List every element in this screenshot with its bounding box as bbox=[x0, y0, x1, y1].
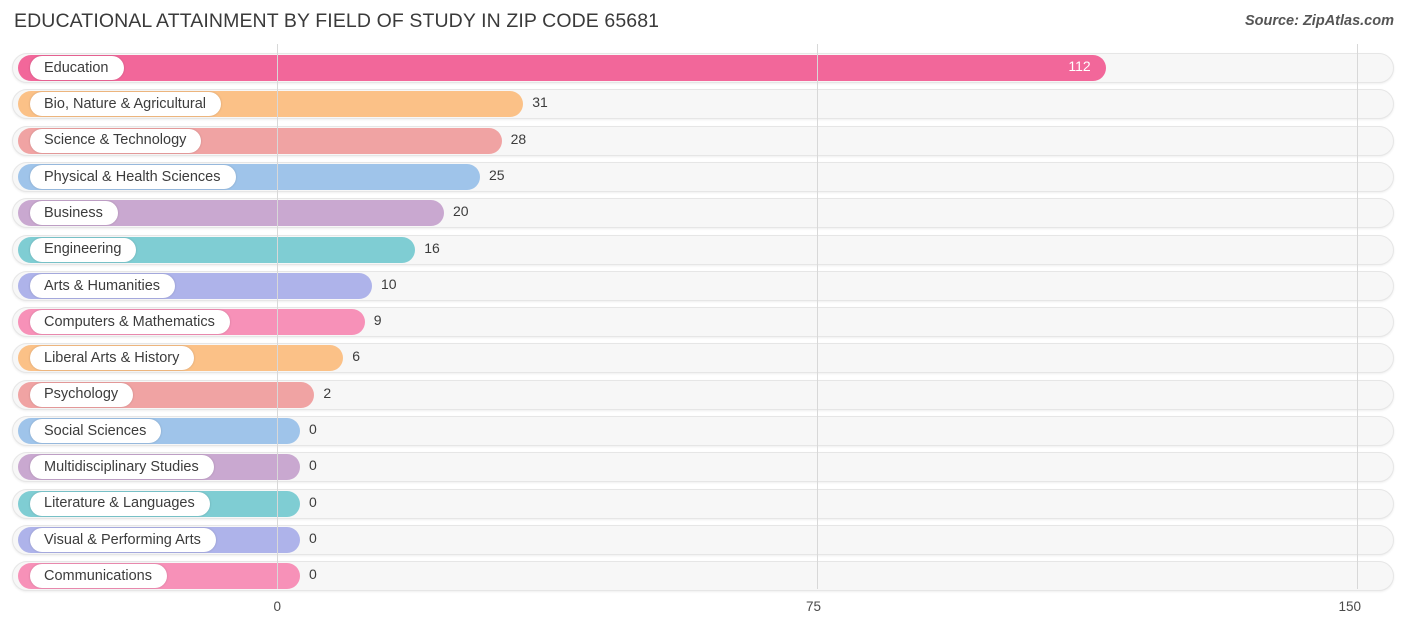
bar-category-label: Computers & Mathematics bbox=[44, 313, 215, 330]
bar-category-label: Bio, Nature & Agricultural bbox=[44, 96, 206, 113]
chart-page: EDUCATIONAL ATTAINMENT BY FIELD OF STUDY… bbox=[0, 0, 1406, 631]
bar-row[interactable]: Literature & Languages 0 bbox=[12, 488, 1394, 519]
bar-value-label: 31 bbox=[532, 94, 548, 111]
bar-value-label: 25 bbox=[489, 166, 505, 183]
bar-category-pill: Physical & Health Sciences bbox=[30, 164, 236, 189]
bar-row[interactable]: Engineering 16 bbox=[12, 234, 1394, 265]
bar-value-label: 112 bbox=[1068, 58, 1091, 74]
x-axis: 0 75 150 bbox=[0, 597, 1406, 631]
bar-row[interactable]: Computers & Mathematics 9 bbox=[12, 307, 1394, 338]
bar-category-pill: Social Sciences bbox=[30, 419, 162, 443]
bar-category-pill: Science & Technology bbox=[30, 128, 202, 153]
bar-category-label: Multidisciplinary Studies bbox=[44, 459, 199, 476]
bar-value-label: 28 bbox=[510, 130, 527, 147]
bar-value-label: 0 bbox=[309, 421, 317, 437]
bar-category-label: Liberal Arts & History bbox=[44, 350, 180, 367]
bar-value-label: 2 bbox=[323, 384, 332, 401]
bar[interactable] bbox=[18, 55, 1107, 81]
x-tick-label: 150 bbox=[1338, 599, 1361, 614]
bar-row[interactable]: Psychology 2 bbox=[12, 379, 1394, 410]
bar-row[interactable]: Physical & Health Sciences 25 bbox=[12, 161, 1394, 192]
bar-category-pill: Multidisciplinary Studies bbox=[30, 455, 214, 480]
bar-category-label: Visual & Performing Arts bbox=[44, 531, 201, 548]
bar-category-pill: Psychology bbox=[30, 382, 134, 407]
bar-value-label: 9 bbox=[373, 312, 382, 329]
bar-value-label: 0 bbox=[309, 457, 317, 474]
bar-category-pill: Liberal Arts & History bbox=[30, 346, 195, 371]
page-title: EDUCATIONAL ATTAINMENT BY FIELD OF STUDY… bbox=[14, 10, 660, 32]
bar-category-label: Physical & Health Sciences bbox=[44, 168, 221, 185]
bar-category-label: Arts & Humanities bbox=[44, 277, 161, 294]
bar-row[interactable]: Arts & Humanities 10 bbox=[12, 270, 1394, 301]
bar-category-pill: Literature & Languages bbox=[30, 491, 210, 516]
source-attribution: Source: ZipAtlas.com bbox=[1244, 13, 1394, 29]
bar-row[interactable]: Social Sciences 0 bbox=[12, 416, 1394, 446]
bar-category-label: Psychology bbox=[44, 386, 119, 403]
bar-category-label: Communications bbox=[44, 567, 152, 584]
bar-category-pill: Education bbox=[30, 56, 124, 80]
bar-value-label: 6 bbox=[352, 348, 360, 365]
bar-category-pill: Computers & Mathematics bbox=[30, 310, 230, 335]
bar-category-label: Social Sciences bbox=[44, 422, 147, 439]
bar-row[interactable]: Multidisciplinary Studies 0 bbox=[12, 452, 1394, 483]
bar-category-pill: Arts & Humanities bbox=[30, 273, 176, 298]
bar-row[interactable]: Liberal Arts & History 6 bbox=[12, 343, 1394, 374]
bar-category-label: Engineering bbox=[44, 241, 122, 258]
bar-category-label: Business bbox=[44, 204, 103, 221]
bar-row[interactable]: Bio, Nature & Agricultural 31 bbox=[12, 89, 1394, 120]
bar-category-label: Literature & Languages bbox=[44, 495, 195, 512]
bar-category-pill: Business bbox=[30, 201, 118, 226]
chart-plot-area: Education 112 Bio, Nature & Agricultural 31… bbox=[0, 44, 1406, 597]
bar-value-label: 16 bbox=[424, 239, 440, 256]
bar-category-label: Science & Technology bbox=[44, 132, 187, 149]
bar-category-label: Education bbox=[44, 59, 109, 76]
bar-row[interactable]: Education 112 bbox=[12, 53, 1394, 83]
bar-row[interactable]: Communications 0 bbox=[12, 561, 1394, 592]
bar-value-label: 10 bbox=[381, 275, 397, 292]
bar-value-label: 0 bbox=[309, 566, 317, 583]
bar-row[interactable]: Business 20 bbox=[12, 198, 1394, 229]
x-tick-label: 75 bbox=[805, 599, 821, 614]
bar-value-label: 20 bbox=[453, 203, 469, 220]
bar-row[interactable]: Science & Technology 28 bbox=[12, 125, 1394, 156]
bar-row[interactable]: Visual & Performing Arts 0 bbox=[12, 524, 1394, 555]
bar-category-pill: Visual & Performing Arts bbox=[30, 527, 216, 552]
bar-category-pill: Engineering bbox=[30, 237, 137, 262]
x-tick-label: 0 bbox=[273, 599, 281, 614]
chart-header: EDUCATIONAL ATTAINMENT BY FIELD OF STUDY… bbox=[0, 0, 1406, 44]
bar-value-label: 0 bbox=[309, 493, 317, 510]
bar-value-label: 0 bbox=[309, 529, 317, 546]
bar-category-pill: Communications bbox=[30, 564, 167, 589]
bar-category-pill: Bio, Nature & Agricultural bbox=[30, 92, 221, 117]
